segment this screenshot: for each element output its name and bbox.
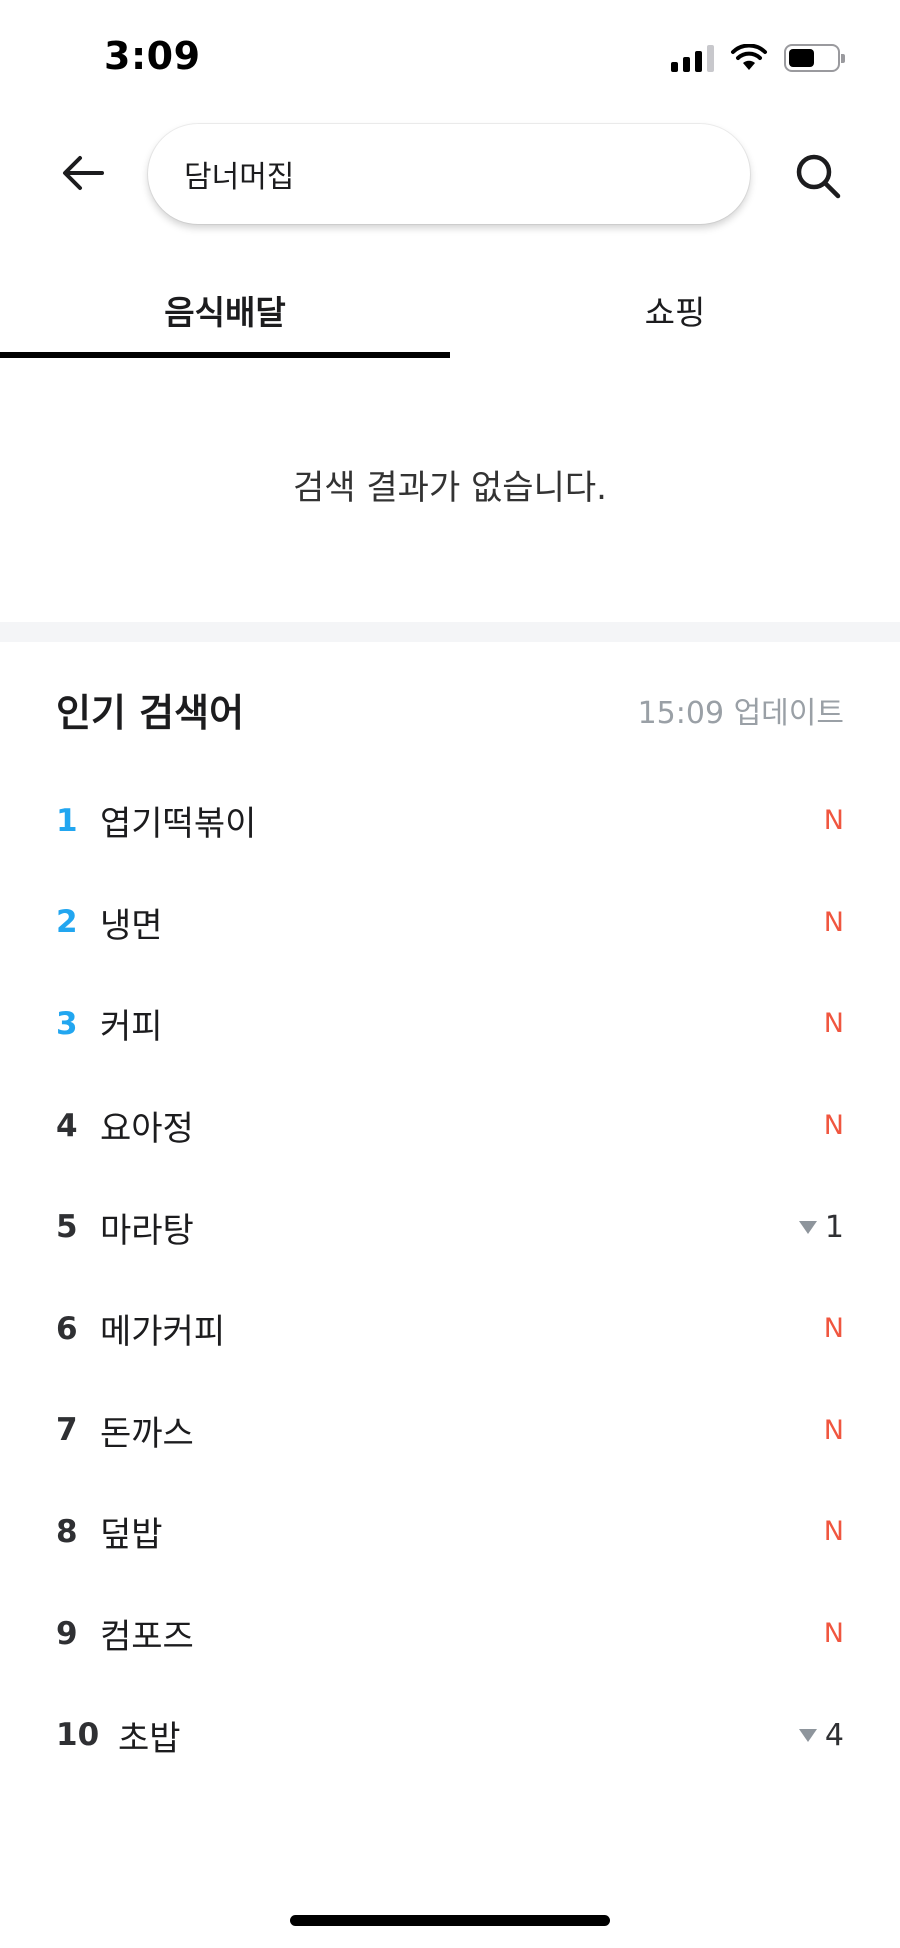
- new-badge: N: [823, 805, 844, 837]
- search-term: 컴포즈: [100, 1617, 194, 1658]
- section-divider: [0, 622, 900, 642]
- new-badge: N: [823, 1618, 844, 1650]
- battery-icon: [784, 44, 845, 72]
- popular-search-item[interactable]: 8 덮밥 N: [0, 1481, 900, 1583]
- new-badge: N: [823, 1008, 844, 1040]
- rank-number: 1: [56, 802, 78, 839]
- tab-food-delivery[interactable]: 음식배달: [0, 262, 450, 358]
- status-time: 3:09: [104, 34, 201, 78]
- new-badge: N: [823, 1516, 844, 1548]
- search-term: 돈까스: [100, 1413, 194, 1454]
- new-badge: N: [823, 1414, 844, 1446]
- popular-search-item[interactable]: 2 냉면 N: [0, 872, 900, 974]
- popular-search-list: 1 엽기떡볶이 N 2 냉면 N 3 커피 N 4 요아정 N 5 마라탕 1 …: [0, 770, 900, 1786]
- cellular-signal-icon: [671, 44, 714, 72]
- popular-updated-time: 15:09 업데이트: [637, 696, 844, 731]
- rank-change-value: 1: [824, 1209, 844, 1245]
- search-input[interactable]: 담너머집: [148, 124, 750, 224]
- search-term: 메가커피: [100, 1312, 226, 1353]
- search-term: 냉면: [100, 905, 163, 946]
- empty-results-message: 검색 결과가 없습니다.: [293, 468, 607, 508]
- popular-search-item[interactable]: 4 요아정 N: [0, 1075, 900, 1177]
- rank-number: 6: [56, 1310, 78, 1347]
- rank-number: 4: [56, 1107, 78, 1144]
- popular-search-item[interactable]: 7 돈까스 N: [0, 1380, 900, 1482]
- rank-number: 8: [56, 1513, 78, 1550]
- search-term: 덮밥: [100, 1515, 163, 1556]
- popular-search-item[interactable]: 1 엽기떡볶이 N: [0, 770, 900, 872]
- search-button[interactable]: [790, 148, 846, 204]
- new-badge: N: [823, 1110, 844, 1142]
- search-term: 엽기떡볶이: [100, 804, 257, 845]
- search-term: 마라탕: [100, 1210, 194, 1251]
- search-input-value: 담너머집: [184, 160, 295, 195]
- status-icons: [671, 44, 845, 72]
- triangle-down-icon: [798, 1220, 817, 1234]
- rank-change: 4: [798, 1717, 844, 1753]
- rank-change-value: 4: [824, 1717, 844, 1753]
- search-term: 초밥: [118, 1718, 181, 1759]
- search-icon: [796, 154, 841, 199]
- rank-number: 3: [56, 1005, 78, 1042]
- popular-searches-title: 인기 검색어: [56, 691, 245, 735]
- rank-number: 9: [56, 1615, 78, 1652]
- wifi-icon: [731, 44, 767, 70]
- category-tabs: 음식배달 쇼핑: [0, 262, 900, 358]
- popular-search-item[interactable]: 3 커피 N: [0, 973, 900, 1075]
- search-term: 커피: [100, 1007, 163, 1048]
- tab-shopping[interactable]: 쇼핑: [450, 262, 900, 358]
- rank-number: 10: [56, 1717, 100, 1754]
- popular-search-item[interactable]: 10 초밥 4: [0, 1684, 900, 1786]
- popular-search-item[interactable]: 5 마라탕 1: [0, 1176, 900, 1278]
- rank-number: 5: [56, 1209, 78, 1246]
- status-bar: 3:09: [0, 0, 900, 110]
- rank-number: 7: [56, 1412, 78, 1449]
- search-term: 요아정: [100, 1109, 194, 1150]
- popular-search-item[interactable]: 6 메가커피 N: [0, 1278, 900, 1380]
- new-badge: N: [823, 906, 844, 938]
- rank-number: 2: [56, 904, 78, 941]
- popular-search-item[interactable]: 9 컴포즈 N: [0, 1583, 900, 1685]
- arrow-left-icon: [63, 156, 104, 190]
- new-badge: N: [823, 1313, 844, 1345]
- back-button[interactable]: [58, 148, 108, 198]
- home-indicator[interactable]: [290, 1915, 610, 1926]
- rank-change: 1: [798, 1209, 844, 1245]
- triangle-down-icon: [798, 1728, 817, 1742]
